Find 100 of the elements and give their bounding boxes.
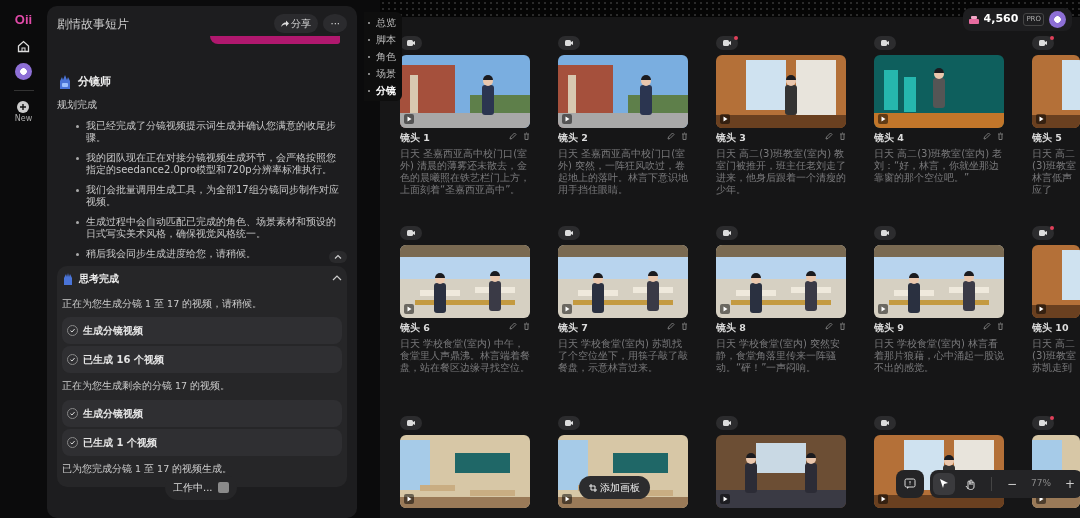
play-icon[interactable]: [1036, 114, 1046, 124]
share-icon: [280, 20, 289, 27]
bullet-item: 生成过程中会自动匹配已完成的角色、场景素材和预设的日式写实美术风格，确保视觉风格统一。: [76, 215, 343, 241]
feedback-icon: [904, 478, 916, 490]
camera-icon: [1039, 230, 1047, 236]
pencil-icon[interactable]: [825, 322, 833, 330]
shot-title: 镜头 7: [558, 322, 589, 334]
pencil-icon[interactable]: [825, 132, 833, 140]
working-label: 工作中...: [173, 481, 213, 495]
shot-title: 镜头 5: [1032, 132, 1063, 144]
pencil-icon[interactable]: [983, 132, 991, 140]
status-text: 已为您完成分镜 1 至 17 的视频生成。: [62, 462, 234, 476]
bullet-item: 我的团队现在正在对接分镜视频生成环节，会严格按照您指定的seedance2.0pro模型和720p分辨率标准执行。: [76, 151, 343, 177]
shot-title: 镜头 1: [400, 132, 431, 144]
step-label: 已生成 16 个视频: [83, 353, 164, 368]
pencil-icon[interactable]: [983, 322, 991, 330]
trash-icon[interactable]: [997, 322, 1004, 330]
camera-icon: [565, 40, 573, 46]
zoom-level: 77%: [1030, 477, 1053, 491]
camera-icon: [881, 420, 889, 426]
tool-button[interactable]: [933, 473, 955, 495]
shot-title: 镜头 9: [874, 322, 905, 334]
camera-icon: [1039, 40, 1047, 46]
shot-title: 镜头 4: [874, 132, 905, 144]
camera-icon: [407, 40, 415, 46]
step-label: 生成分镜视频: [83, 323, 143, 338]
shot-title: 镜头 8: [716, 322, 747, 334]
trash-icon[interactable]: [681, 322, 688, 330]
play-icon[interactable]: [720, 494, 730, 504]
collapse-icon[interactable]: [332, 274, 342, 282]
collapse-icon[interactable]: [329, 251, 347, 263]
status-text: 正在为您生成剩余的分镜 17 的视频。: [62, 379, 232, 394]
chat-title: 剧情故事短片: [57, 15, 130, 33]
thinking-title: 思考完成: [79, 271, 120, 286]
camera-icon: [881, 40, 889, 46]
shot-description: 日天 圣嘉西亚高中校门口(室外) 清晨的薄雾还未散去，金色的晨曦照在铁艺栏门上方，上面刻着“圣嘉西亚高中”。: [400, 148, 530, 197]
pencil-icon[interactable]: [509, 322, 517, 330]
nav-item[interactable]: 角色: [368, 48, 396, 65]
camera-icon: [881, 230, 889, 236]
cake-icon: [968, 15, 979, 24]
agent-name: 分镜师: [78, 74, 111, 90]
camera-icon: [407, 420, 415, 426]
play-icon[interactable]: [878, 114, 888, 124]
new-label[interactable]: New: [14, 112, 33, 125]
camera-icon: [723, 40, 731, 46]
camera-icon: [407, 230, 415, 236]
share-button[interactable]: 分享: [273, 14, 319, 33]
hand-icon: [964, 478, 976, 490]
plan-heading: 规划完成: [57, 97, 98, 112]
shot-title: 镜头 6: [400, 322, 431, 334]
cursor-icon: [938, 478, 950, 490]
camera-icon: [1039, 420, 1047, 426]
credit-amount: 4,560: [983, 11, 1019, 28]
trash-icon[interactable]: [681, 132, 688, 140]
play-icon[interactable]: [1036, 304, 1046, 314]
nav-item[interactable]: 场景: [368, 65, 396, 82]
robot-icon: [57, 74, 73, 91]
trash-icon[interactable]: [839, 322, 846, 330]
pencil-icon[interactable]: [667, 322, 675, 330]
camera-icon: [565, 230, 573, 236]
shot-description: 日天 学校食堂(室内) 苏凯找了个空位坐下，用筷子敲了敲餐盘，示意林言过来。: [558, 338, 688, 375]
play-icon[interactable]: [562, 114, 572, 124]
home-icon[interactable]: [17, 39, 30, 53]
trash-icon[interactable]: [523, 322, 530, 330]
play-icon[interactable]: [720, 114, 730, 124]
bullet-item: 稍后我会同步生成进度给您，请稍候。: [76, 247, 343, 260]
trash-icon[interactable]: [997, 132, 1004, 140]
shot-title: 镜头 3: [716, 132, 747, 144]
shot-title: 镜头 2: [558, 132, 589, 144]
profile-avatar[interactable]: [1049, 11, 1066, 28]
status-text: 正在为您生成分镜 1 至 17 的视频，请稍候。: [62, 296, 264, 311]
play-icon[interactable]: [878, 494, 888, 504]
camera-icon: [723, 420, 731, 426]
bullet-item: 我已经完成了分镜视频提示词生成并确认您满意的收尾步骤。: [76, 119, 343, 145]
play-icon[interactable]: [404, 494, 414, 504]
nav-item[interactable]: 分镜: [368, 82, 396, 99]
zoom-out-button[interactable]: −: [1002, 475, 1023, 493]
trash-icon[interactable]: [523, 132, 530, 140]
play-icon[interactable]: [404, 114, 414, 124]
camera-icon: [565, 420, 573, 426]
logo[interactable]: Oii: [14, 10, 33, 30]
shot-title: 镜头 10: [1032, 322, 1070, 334]
nav-item[interactable]: 脚本: [368, 31, 396, 48]
zoom-in-button[interactable]: +: [1060, 475, 1080, 493]
profile-avatar[interactable]: [15, 62, 32, 80]
plus-icon[interactable]: [17, 100, 30, 113]
stop-button[interactable]: [217, 482, 229, 493]
pencil-icon[interactable]: [667, 132, 675, 140]
more-button[interactable]: ···: [323, 14, 347, 33]
step-label: 已生成 1 个视频: [83, 436, 157, 450]
step-label: 生成分镜视频: [83, 406, 143, 421]
nav-item[interactable]: 总览: [368, 14, 396, 31]
play-icon[interactable]: [562, 494, 572, 504]
crop-icon: [589, 483, 597, 492]
shot-description: 日天 学校食堂(室内) 中午，食堂里人声鼎沸。林言端着餐盘，站在餐区边缘寻找空位。: [400, 338, 530, 375]
pencil-icon[interactable]: [509, 132, 517, 140]
add-board-button[interactable]: 添加画板: [579, 476, 650, 499]
camera-icon: [723, 230, 731, 236]
trash-icon[interactable]: [839, 132, 846, 140]
bullet-item: 我们会批量调用生成工具，为全部17组分镜同步制作对应视频。: [76, 183, 343, 209]
